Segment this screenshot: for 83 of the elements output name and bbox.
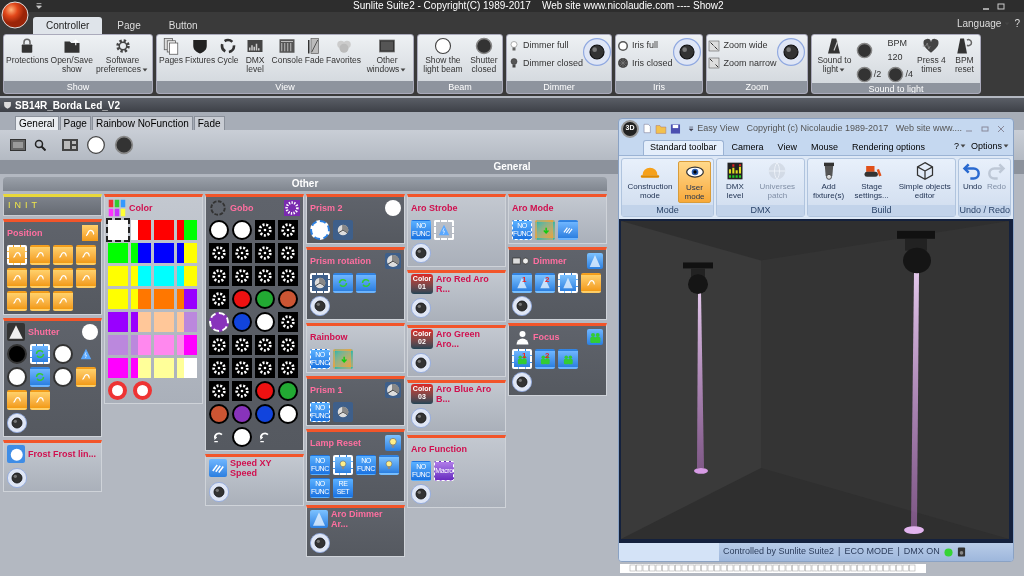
ribbon-button[interactable]: Software preferences: [94, 37, 151, 74]
ribbon-tab[interactable]: Controller: [33, 17, 103, 34]
window-title: Sunlite Suite2 - Copyright(C) 1989-2017 Web site www.nicolaudie.com ---- Show2: [353, 0, 724, 12]
toolbar-tab[interactable]: Rendering options: [845, 140, 931, 155]
half-tempo-button[interactable]: /2: [855, 66, 882, 83]
ribbon-button[interactable]: Press 4 times: [912, 37, 950, 74]
ribbon-group-label: Iris: [616, 81, 702, 93]
toolbar-tab[interactable]: Mouse: [804, 140, 844, 155]
ribbon-group-label: Build: [807, 205, 956, 216]
ribbon-button[interactable]: Fixtures: [184, 37, 217, 65]
panel-title: Aro Red Aro R...: [436, 274, 490, 294]
status-text: |: [838, 545, 841, 559]
ribbon-button[interactable]: Favorites: [325, 37, 363, 65]
ribbon-button[interactable]: Open/Save show: [49, 37, 95, 74]
status-text: DMX ON: [903, 545, 940, 559]
ribbon-button[interactable]: Dimmer full: [508, 39, 583, 53]
status-text: |: [897, 545, 900, 559]
panel-title: Prism rotation: [310, 256, 371, 266]
ribbon-group-label: Sound to light: [812, 83, 980, 93]
panel-title: Focus: [533, 332, 560, 342]
ribbon-button[interactable]: Show the light beam: [419, 37, 467, 74]
ribbon-button[interactable]: Iris full: [617, 39, 673, 53]
panel-title: Dimmer: [533, 256, 567, 266]
ribbon-group-label: Show: [4, 81, 152, 93]
ribbon-button[interactable]: Console: [270, 37, 304, 65]
ribbon-button[interactable]: DMX level: [239, 37, 271, 74]
panel-title: Aro Function: [411, 444, 467, 454]
options-menu[interactable]: Options: [970, 139, 1010, 153]
ribbon-button[interactable]: Zoom narrow: [708, 56, 777, 70]
ribbon-group-label: Undo / Redo: [959, 205, 1010, 216]
panel-title: Aro Green Aro...: [436, 329, 481, 349]
toolbar-button[interactable]: User mode: [678, 161, 712, 203]
ribbon-button[interactable]: Iris closed: [617, 56, 673, 70]
ribbon-group-label: Dimmer: [507, 81, 611, 93]
ribbon-button[interactable]: Cycle: [216, 37, 240, 65]
window-title: Easy View Copyright (c) Nicolaudie 1989-2017 Web site www....: [697, 121, 962, 135]
panel-title: Aro Blue Aro B...: [436, 384, 493, 404]
panel-title: Aro Strobe: [411, 203, 458, 213]
panel-title: Prism 2: [310, 203, 343, 213]
panel-title: Gobo: [230, 203, 254, 213]
page-tab[interactable]: Rainbow NoFunction: [91, 116, 193, 130]
ribbon-group-label: Zoom: [707, 81, 807, 93]
ribbon-button[interactable]: Pages: [158, 37, 185, 65]
panel-title: Aro Mode: [512, 203, 554, 213]
ribbon-group-label: Mode: [622, 205, 714, 216]
toolbar-tab[interactable]: Camera: [725, 140, 770, 155]
ribbon-group-label: DMX: [717, 205, 804, 216]
panel-title: Color: [129, 203, 153, 213]
panel-title: Aro Dimmer Ar...: [331, 509, 384, 529]
ribbon-button[interactable]: Fade: [303, 37, 326, 65]
panel-title: Lamp Reset: [310, 438, 362, 448]
panel-title: Rainbow: [310, 332, 348, 342]
ribbon-button[interactable]: Dimmer closed: [508, 56, 583, 70]
ribbon-group-label: View: [157, 81, 413, 93]
panel-title: Shutter: [28, 327, 60, 337]
quarter-tempo-button[interactable]: /4: [887, 66, 913, 83]
panel-title: INIT: [8, 199, 41, 213]
toolbar-tab[interactable]: View: [771, 140, 803, 155]
panel-title: Prism 1: [310, 385, 343, 395]
group-header: Other: [3, 177, 607, 191]
page-tab[interactable]: Fade: [193, 116, 225, 130]
bpm-readout: BPM 120: [887, 37, 908, 64]
panel-title: Frost Frost lin...: [28, 449, 96, 459]
toolbar-tab[interactable]: Standard toolbar: [643, 140, 724, 155]
panel-title: Position: [7, 228, 43, 238]
help-button[interactable]: ?: [953, 139, 967, 153]
ribbon-button[interactable]: BPM reset: [949, 37, 979, 74]
language-menu[interactable]: Language: [956, 16, 1012, 31]
ribbon-button[interactable]: Protections: [5, 37, 50, 65]
ribbon-button[interactable]: Other windows: [362, 37, 412, 74]
ribbon-button[interactable]: Sound to light: [813, 37, 856, 74]
panel-title: Speed XY Speed: [230, 458, 273, 478]
help-button[interactable]: ?: [1014, 16, 1020, 31]
ribbon-group-label: Beam: [418, 81, 502, 93]
ribbon-tab[interactable]: Page: [104, 17, 154, 34]
page-tab[interactable]: General: [15, 116, 59, 130]
status-text: ECO MODE: [844, 545, 894, 559]
document-title: SB14R_Borda Led_V2: [15, 98, 121, 113]
ribbon-button[interactable]: Zoom wide: [708, 39, 777, 53]
ribbon-tab[interactable]: Button: [155, 17, 211, 34]
page-tab[interactable]: Page: [59, 116, 91, 130]
status-text: Controlled by Sunlite Suite2: [723, 545, 835, 559]
ribbon-button[interactable]: Shutter closed: [466, 37, 501, 74]
